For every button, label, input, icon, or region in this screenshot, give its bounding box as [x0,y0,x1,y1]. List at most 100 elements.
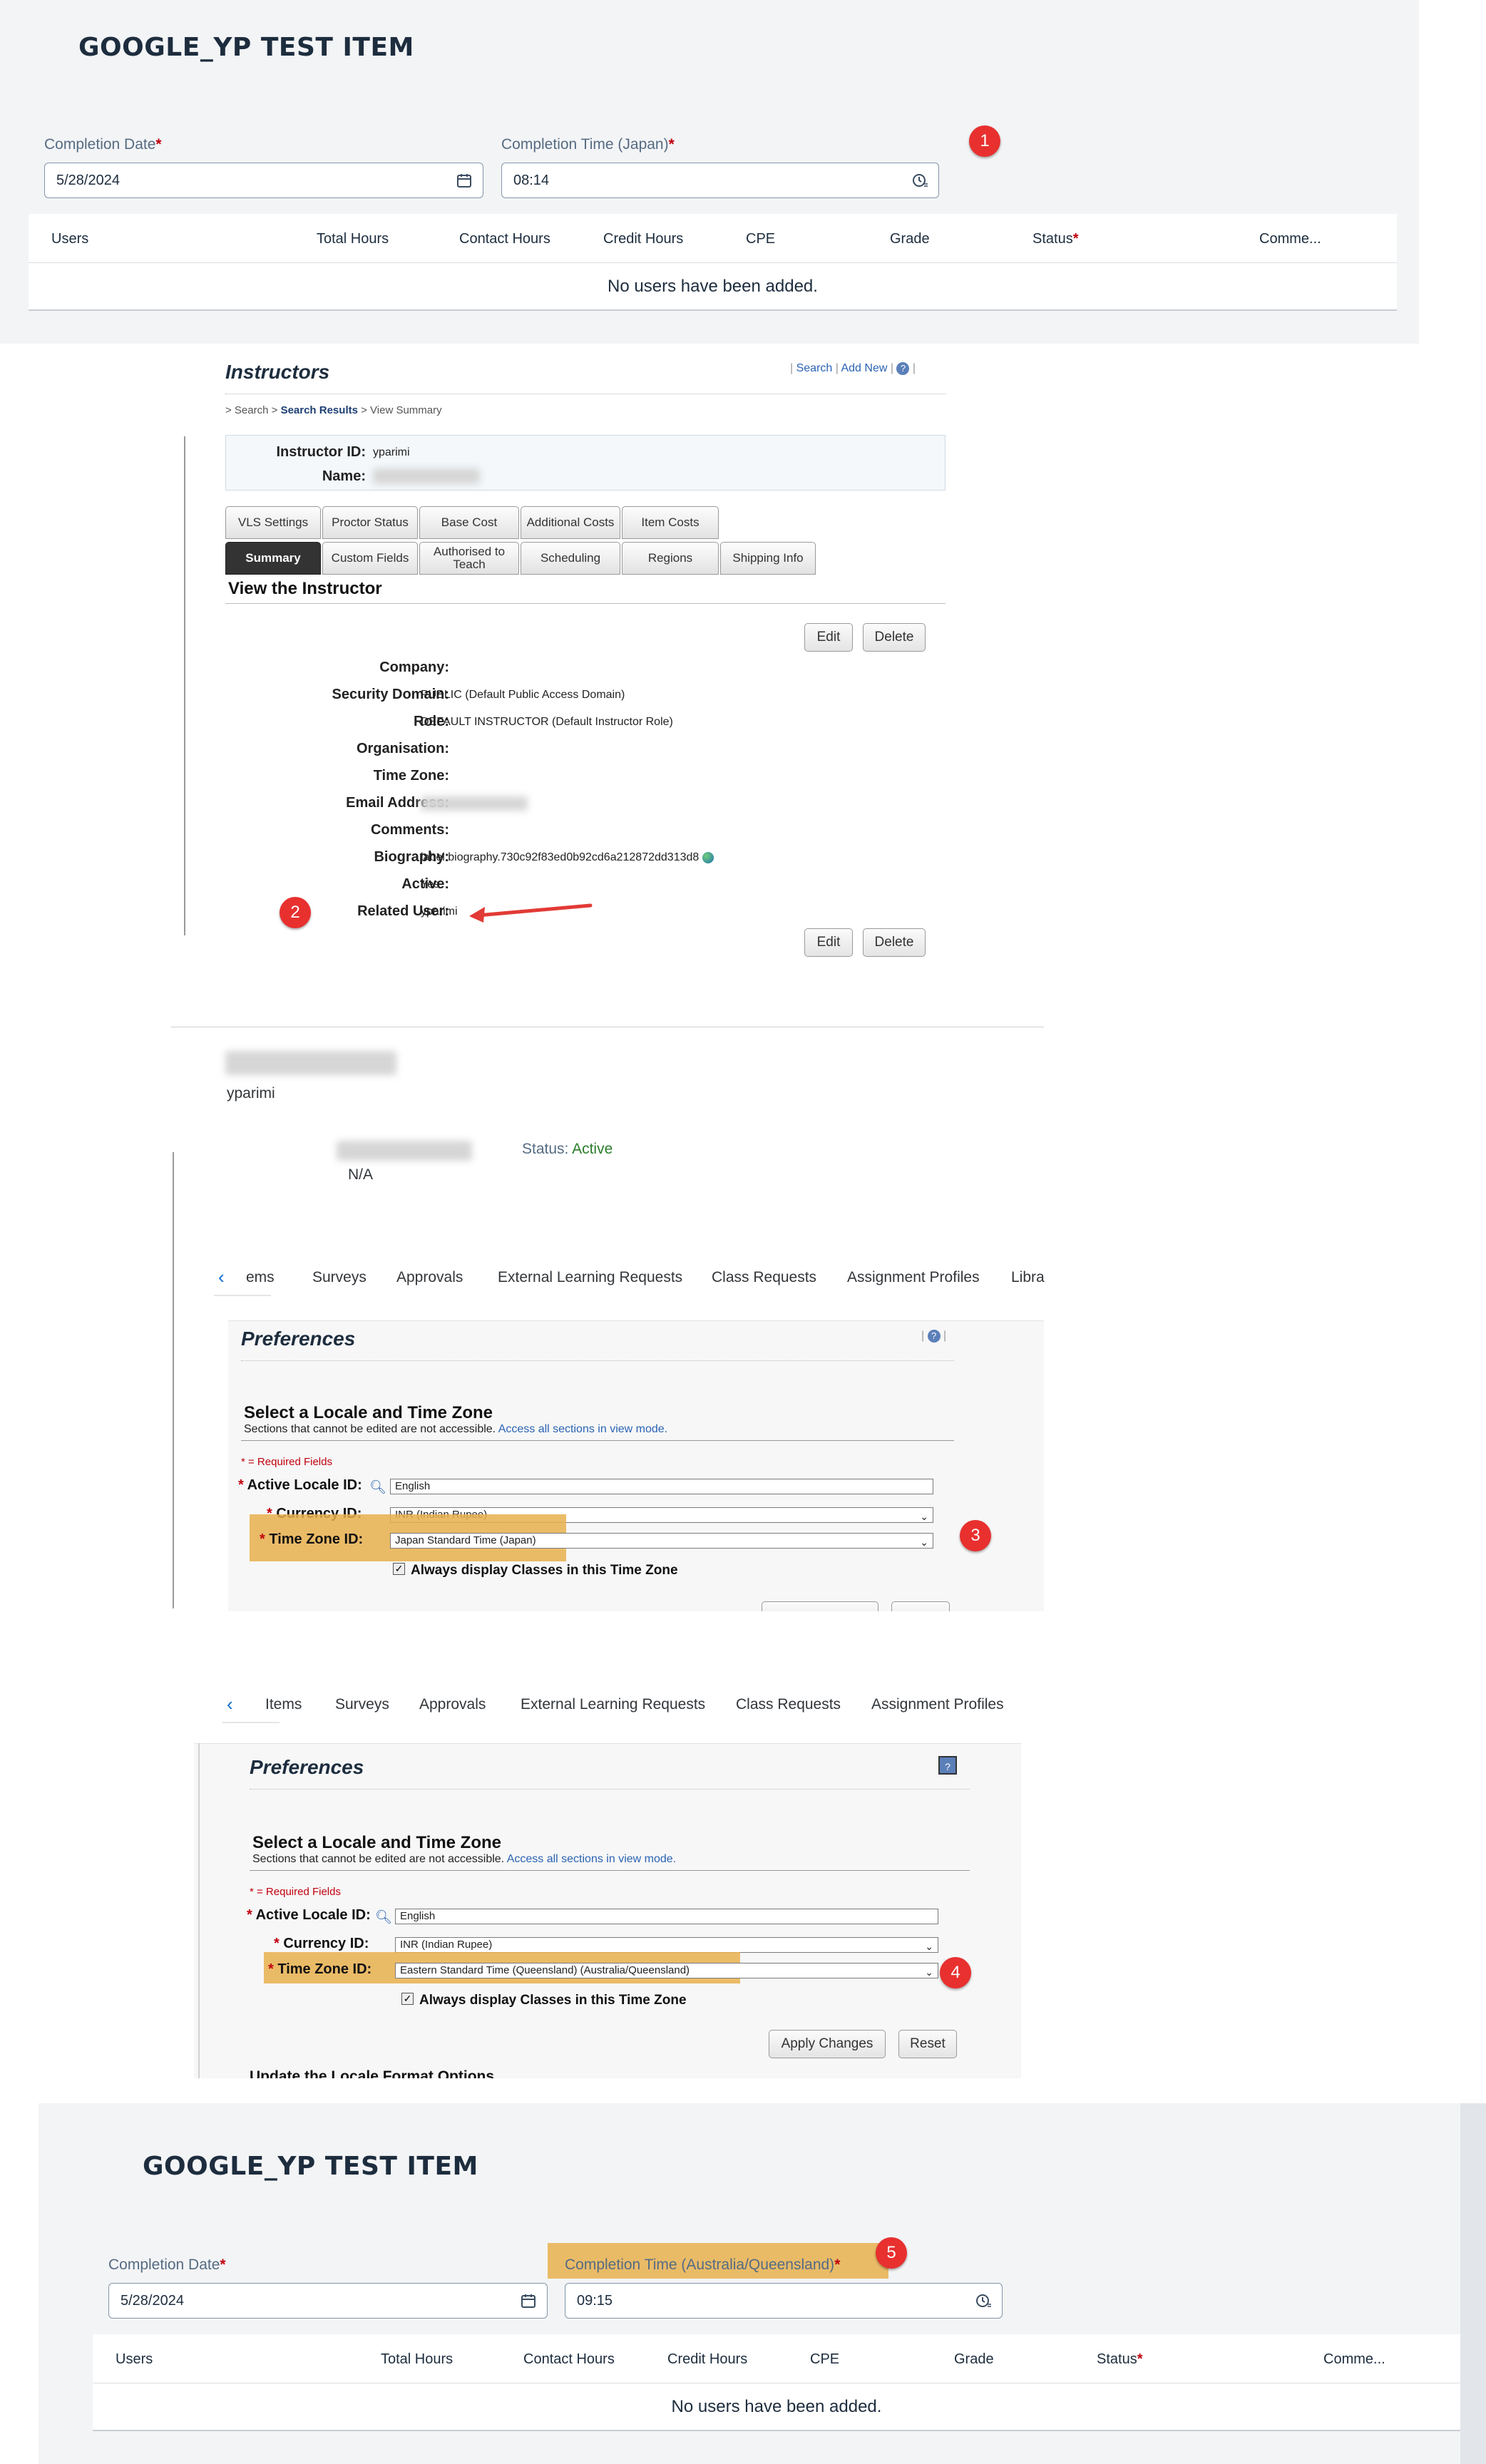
tab-base-cost[interactable]: Base Cost [419,506,519,539]
always-display-checkbox[interactable]: ✓ [393,1563,405,1575]
nav-tab-external-learning-requests[interactable]: External Learning Requests [498,1269,682,1286]
reset-button[interactable]: Reset [898,2030,957,2058]
globe-icon[interactable] [702,851,714,863]
col-comments[interactable]: Comme... [1259,231,1321,247]
panel-completion-japan: GOOGLE_YP TEST ITEM Completion Date* 5/2… [0,0,1419,344]
tab-vls-settings[interactable]: VLS Settings [225,506,321,539]
nav-tab-approvals[interactable]: Approvals [419,1696,486,1713]
timezone-label: * Time Zone ID: [268,1961,372,1977]
nav-tab-assignment-profiles[interactable]: Assignment Profiles [847,1269,980,1286]
nav-tab-external-learning-requests[interactable]: External Learning Requests [521,1696,705,1713]
always-display-checkbox[interactable]: ✓ [401,1993,414,2005]
search-icon[interactable]: 🔍︎ [375,1909,392,1926]
active-locale-input[interactable]: English [390,1479,933,1494]
col-grade[interactable]: Grade [890,231,930,247]
timezone-select[interactable]: Eastern Standard Time (Queensland) (Aust… [395,1963,938,1978]
col-credit-hours[interactable]: Credit Hours [667,2351,747,2368]
completion-time-label: Completion Time (Japan)* [501,136,675,153]
tab-shipping-info[interactable]: Shipping Info [720,542,816,575]
clock-icon[interactable] [975,2292,992,2309]
completion-time-input[interactable]: 08:14 [501,163,939,198]
tab-authorised-to-teach[interactable]: Authorised to Teach [419,542,519,575]
active-locale-input[interactable]: English [395,1909,938,1924]
required-note: * = Required Fields [241,1456,332,1468]
nav-tab-surveys[interactable]: Surveys [312,1269,367,1286]
col-comments[interactable]: Comme... [1323,2351,1385,2368]
tab-summary[interactable]: Summary [225,542,321,575]
search-link[interactable]: Search [796,362,833,374]
completion-date-input[interactable]: 5/28/2024 [44,163,483,198]
nav-tab-approvals[interactable]: Approvals [396,1269,463,1286]
col-contact-hours[interactable]: Contact Hours [523,2351,615,2368]
username: yparimi [227,1085,275,1102]
col-contact-hours[interactable]: Contact Hours [459,231,550,247]
completion-time-input[interactable]: 09:15 [565,2283,1003,2319]
instructor-id-value: yparimi [373,446,410,458]
nav-tab-surveys[interactable]: Surveys [335,1696,389,1713]
currency-select[interactable]: INR (Indian Rupee)⌄ [395,1937,938,1953]
instructors-title: Instructors [225,361,330,383]
tab-proctor-status[interactable]: Proctor Status [322,506,418,539]
tab-scheduling[interactable]: Scheduling [521,542,620,575]
col-users[interactable]: Users [51,231,88,247]
apply-changes-button[interactable]: Apply Changes [769,2030,886,2058]
timezone-select[interactable]: Japan Standard Time (Japan) ⌄ [390,1533,933,1549]
tab-regions[interactable]: Regions [622,542,719,575]
nav-tab-libraries[interactable]: Libra [1011,1269,1045,1286]
col-status[interactable]: Status* [1097,2351,1143,2368]
chevron-left-icon[interactable]: ‹ [218,1266,225,1288]
field-value: label.biography.730c92f83ed0b92cd6a21287… [421,851,714,864]
help-icon[interactable]: ? [938,1756,957,1775]
blurred-detail [337,1141,472,1161]
breadcrumb: > Search > Search Results > View Summary [225,404,442,416]
delete-button[interactable]: Delete [863,623,926,652]
breadcrumb-link[interactable]: Search Results [281,404,358,416]
chevron-left-icon[interactable]: ‹ [227,1693,233,1715]
active-locale-label: * Active Locale ID: [238,1477,362,1493]
nav-tab-class-requests[interactable]: Class Requests [736,1696,841,1713]
add-new-link[interactable]: Add New [841,362,887,374]
access-all-link[interactable]: Access all sections in view mode. [507,1853,676,1865]
clock-icon[interactable] [911,172,928,189]
nav-tab-assignment-profiles[interactable]: Assignment Profiles [871,1696,1004,1713]
tab-additional-costs[interactable]: Additional Costs [521,506,620,539]
calendar-icon[interactable] [456,172,473,189]
col-status[interactable]: Status* [1032,231,1079,247]
section-subtitle: Sections that cannot be edited are not a… [244,1423,668,1435]
completion-date-input[interactable]: 5/28/2024 [108,2283,548,2319]
section-title: Select a Locale and Time Zone [252,1833,502,1852]
related-user-value: yparimi [421,905,458,918]
empty-table-message: No users have been added. [608,277,818,296]
help-icon[interactable]: ? [927,1330,941,1343]
step-badge: 5 [876,2237,907,2269]
col-users[interactable]: Users [116,2351,153,2368]
nav-tab-items[interactable]: Items [265,1696,302,1713]
step-badge: 2 [280,897,311,928]
header-links: | Search | Add New | ? | [790,362,916,375]
delete-button[interactable]: Delete [863,928,926,957]
search-icon[interactable]: 🔍︎ [369,1479,386,1496]
status-value: Active [572,1141,613,1157]
nav-tab-items[interactable]: ems [246,1269,275,1286]
field-value: DEFAULT INSTRUCTOR (Default Instructor R… [421,716,673,728]
help-icon[interactable]: ? [896,362,910,375]
tab-item-costs[interactable]: Item Costs [622,506,719,539]
edit-button[interactable]: Edit [804,623,853,652]
col-total-hours[interactable]: Total Hours [317,231,389,247]
access-all-link[interactable]: Access all sections in view mode. [498,1423,667,1435]
timezone-label: * Time Zone ID: [260,1531,364,1547]
instructor-name-label: Name: [322,468,366,484]
calendar-icon[interactable] [520,2292,537,2309]
section-subtitle: Sections that cannot be edited are not a… [252,1853,677,1865]
tab-custom-fields[interactable]: Custom Fields [322,542,418,575]
na-text: N/A [348,1166,374,1183]
col-cpe[interactable]: CPE [746,231,775,247]
edit-button[interactable]: Edit [804,928,853,957]
col-credit-hours[interactable]: Credit Hours [603,231,683,247]
nav-tab-class-requests[interactable]: Class Requests [712,1269,816,1286]
col-total-hours[interactable]: Total Hours [381,2351,453,2368]
col-cpe[interactable]: CPE [810,2351,839,2368]
page-title: GOOGLE_YP TEST ITEM [78,33,414,62]
panel-user-preferences-japan: yparimi Status: Active N/A ‹ ems Surveys… [171,1027,1045,1630]
col-grade[interactable]: Grade [954,2351,994,2368]
